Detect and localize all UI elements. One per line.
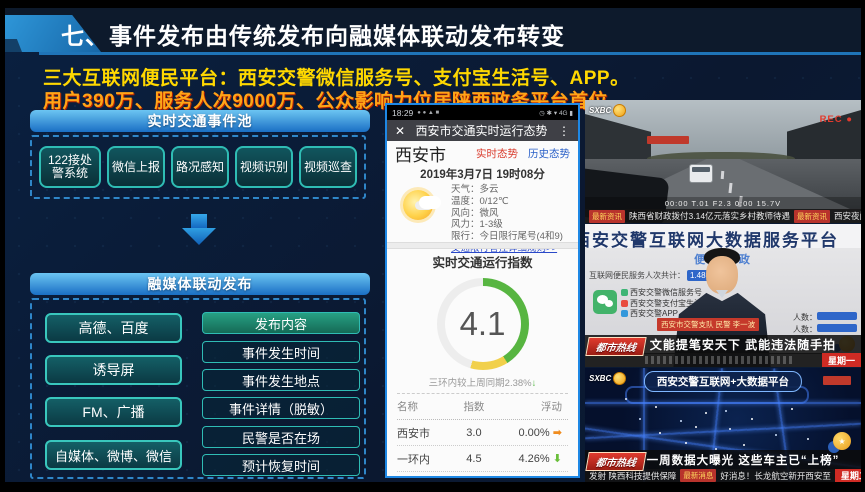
dashcam-info-bar: 00:00 T.01 F2.3 0:00 15.7V bbox=[585, 197, 861, 209]
slide-stage: 七、事件发布由传统发布向融媒体联动发布转变 三大互联网便民平台：西安交警微信服务… bbox=[0, 0, 865, 492]
ticker-chip: 最新资讯 bbox=[794, 210, 830, 223]
platform-banner: 西安交警互联网+大数据平台 bbox=[644, 371, 802, 392]
officer-face bbox=[706, 256, 738, 294]
officer-name-tag: 西安市交警支队 民警 李一波 bbox=[657, 318, 759, 331]
title-underline bbox=[39, 52, 861, 55]
down-arrow-head-icon bbox=[182, 228, 216, 245]
item-publish-content: 发布内容 bbox=[202, 312, 360, 334]
channel-gaode-baidu: 高德、百度 bbox=[45, 313, 182, 343]
phone-status-bar: 18:29 ● ● ▲ ■ ◷ ✱ ▾ 4G ▮ bbox=[387, 105, 578, 120]
datetime-label: 2019年3月7日 19时08分 bbox=[387, 166, 578, 182]
event-pool-header: 实时交通事件池 bbox=[30, 110, 370, 132]
tv-station-logo: SXBC bbox=[589, 104, 626, 117]
source-button-wechat: 微信上报 bbox=[107, 146, 165, 188]
ticker-chip: 最新消息 bbox=[680, 469, 716, 482]
rec-indicator: REC ● bbox=[820, 114, 853, 125]
traffic-index-gauge: 4.1 bbox=[437, 278, 529, 370]
index-table: 名称 指数 浮动 西安市 3.0 0.00% ➡ 一环内 4.5 4.26% ⬇… bbox=[387, 394, 578, 476]
down-arrow-green-icon: ↓ bbox=[532, 378, 537, 389]
table-header-row: 名称 指数 浮动 bbox=[397, 394, 568, 420]
weather-wind-force: 风力：1-3级 bbox=[451, 219, 563, 231]
phone-page-title: 西安市交通实时运行态势 bbox=[405, 122, 558, 139]
weather-sun-cloud-icon bbox=[393, 182, 451, 242]
tv-station-logo: SXBC bbox=[589, 372, 626, 385]
white-van bbox=[689, 164, 713, 183]
index-title: 实时交通运行指数 bbox=[387, 249, 578, 273]
ticker-chip: 最新资讯 bbox=[589, 210, 625, 223]
flat-arrow-icon: ➡ bbox=[553, 427, 562, 439]
backdrop-headline: 西安交警互联网大数据服务平台 bbox=[585, 226, 839, 248]
backdrop-headline-band: 西安交警互联网大数据服务平台 bbox=[585, 224, 861, 248]
channel-guidance-screen: 诱导屏 bbox=[45, 355, 182, 385]
status-time: 18:29 bbox=[392, 108, 413, 118]
people-counts: 人数： 人数： bbox=[793, 312, 857, 336]
down-arrow-icon bbox=[191, 214, 207, 228]
item-recover-time: 预计恢复时间 bbox=[202, 454, 360, 476]
table-row: 二环内 4.6 6.12% ⬇ bbox=[397, 472, 568, 476]
page-title: 七、事件发布由传统发布向融媒体联动发布转变 bbox=[61, 17, 565, 51]
weather-condition: 天气：多云 bbox=[451, 184, 563, 196]
police-mascot-icon: ★ bbox=[833, 432, 851, 450]
publish-header: 融媒体联动发布 bbox=[30, 273, 370, 295]
channel-fm-radio: FM、广播 bbox=[45, 397, 182, 427]
item-event-detail: 事件详情（脱敏） bbox=[202, 397, 360, 419]
source-button-roadsense: 路况感知 bbox=[171, 146, 229, 188]
close-icon[interactable]: ✕ bbox=[395, 124, 405, 138]
table-row: 西安市 3.0 0.00% ➡ bbox=[397, 420, 568, 446]
index-note: 三环内较上周同期2.38%↓ bbox=[387, 375, 578, 388]
status-left-icons: ● ● ▲ ■ bbox=[417, 110, 439, 116]
traffic-index-value: 4.1 bbox=[437, 278, 529, 370]
service-stat-line: 互联网便民服务人次共计： 1.48亿 bbox=[589, 270, 717, 281]
status-right-icons: ◷ ✱ ▾ 4G ▮ bbox=[539, 109, 573, 117]
program-logo: 都市热线 bbox=[585, 337, 646, 356]
tab-history-status[interactable]: 历史态势 bbox=[528, 146, 570, 161]
channel-selfmedia: 自媒体、微博、微信 bbox=[45, 440, 182, 470]
weather-temp: 温度：0/12℃ bbox=[451, 196, 563, 208]
source-button-122: 122接处警系统 bbox=[39, 146, 101, 188]
broadcast-weekday: 星期一 bbox=[822, 353, 861, 367]
logo-ball-icon bbox=[613, 104, 626, 117]
down-arrow-icon: ⬇ bbox=[553, 453, 562, 465]
city-name: 西安市 bbox=[395, 141, 446, 166]
tv-frame-map: SXBC 西安交警互联网+大数据平台 ★ 一周数据大曝光 这些车主已“上榜” 都… bbox=[585, 368, 861, 482]
tab-live-status[interactable]: 实时态势 bbox=[476, 146, 518, 161]
lane-marking bbox=[721, 171, 725, 179]
slide: 七、事件发布由传统发布向融媒体联动发布转变 三大互联网便民平台：西安交警微信服务… bbox=[5, 8, 861, 482]
col-index: 指数 bbox=[448, 399, 499, 414]
event-pool-box: 122接处警系统 微信上报 路况感知 视频识别 视频巡查 bbox=[30, 135, 366, 199]
wechat-icon bbox=[593, 290, 617, 314]
weather-block: 天气：多云 温度：0/12℃ 风向：微风 风力：1-3级 限行：今日限行尾号(4… bbox=[387, 182, 578, 242]
source-button-videopatrol: 视频巡查 bbox=[299, 146, 357, 188]
weather-wind-dir: 风向：微风 bbox=[451, 208, 563, 220]
broadcast-weekday: 星期二 bbox=[835, 469, 861, 482]
source-button-videoai: 视频识别 bbox=[235, 146, 293, 188]
item-event-time: 事件发生时间 bbox=[202, 341, 360, 363]
more-menu-icon[interactable]: ⋮ bbox=[558, 124, 570, 138]
item-police-onsite: 民警是否在场 bbox=[202, 426, 360, 448]
section-divider bbox=[387, 242, 578, 249]
red-overlay-chip bbox=[823, 376, 851, 385]
tv-frame-interview: 西安交警互联网大数据服务平台 便民·善政 互联网便民服务人次共计： 1.48亿 … bbox=[585, 224, 861, 367]
phone-nav-bar: ✕ 西安市交通实时运行态势 ⋮ bbox=[387, 120, 578, 141]
red-overlay-chip bbox=[647, 136, 689, 144]
blurred-ticker-text bbox=[645, 356, 795, 364]
city-row: 西安市 实时态势 历史态势 bbox=[387, 141, 578, 166]
col-name: 名称 bbox=[397, 399, 448, 414]
col-change: 浮动 bbox=[500, 399, 568, 414]
map-event-dots bbox=[625, 398, 627, 400]
program-logo: 都市热线 bbox=[585, 452, 646, 471]
news-ticker: 最新资讯 陕西省财政拨付3.14亿元落实乡村教师待遇 最新资讯 西安夜间 18:… bbox=[585, 209, 861, 223]
table-row: 一环内 4.5 4.26% ⬇ bbox=[397, 446, 568, 472]
phone-screenshot: 18:29 ● ● ▲ ■ ◷ ✱ ▾ 4G ▮ ✕ 西安市交通实时运行态势 ⋮… bbox=[385, 103, 580, 478]
tv-frame-dashcam: SXBC REC ● 00:00 T.01 F2.3 0:00 15.7V 最新… bbox=[585, 100, 861, 223]
item-event-place: 事件发生地点 bbox=[202, 369, 360, 391]
logo-ball-icon bbox=[613, 372, 626, 385]
